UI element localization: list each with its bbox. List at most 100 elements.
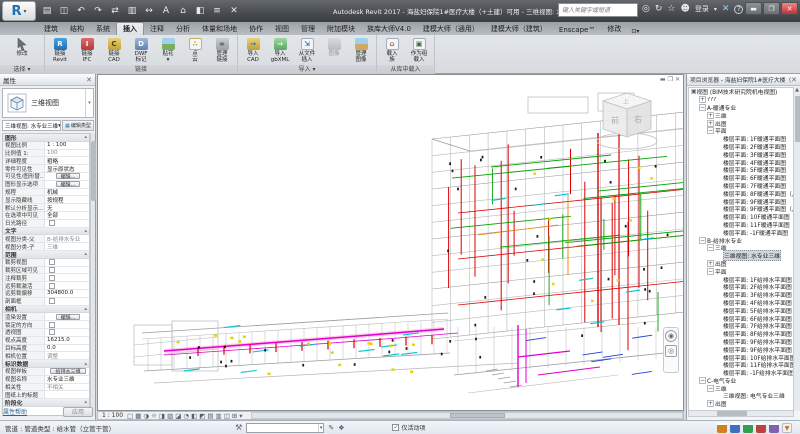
property-value[interactable]	[45, 259, 89, 266]
type-selector[interactable]: 三维视图 ▾	[2, 88, 94, 118]
drawing-area[interactable]: 前 右 上 ▬ ❐ ✕ ◉ ◎	[97, 74, 684, 411]
active-only-checkbox[interactable]: ✓ 仅活动项	[392, 423, 425, 432]
view-scale-button[interactable]: 1 : 100	[98, 412, 127, 419]
点云-button[interactable]: ∴点云	[182, 36, 208, 65]
expand-plus-icon[interactable]: +	[707, 260, 714, 267]
view-selector-combo[interactable]: 三维视图: 水专业三维▾	[2, 120, 61, 131]
close-icon[interactable]: ✕	[86, 76, 92, 84]
tree-item[interactable]: 三维视图: 水专业三维	[689, 252, 793, 260]
visual-style-icon[interactable]: ▦	[135, 412, 141, 420]
panel-label-1[interactable]: 链接	[45, 65, 237, 74]
chevron-down-icon[interactable]: ▾	[714, 6, 717, 13]
property-edit-button[interactable]: 给排水三维	[50, 368, 85, 374]
tab-修改[interactable]: 修改	[601, 23, 627, 35]
close-hidden-icon[interactable]: ✕	[227, 4, 241, 18]
worksharing-display-icon[interactable]: ◩	[199, 412, 205, 420]
链接CAD-button[interactable]: C链接CAD	[101, 36, 127, 65]
property-value[interactable]	[45, 267, 89, 274]
print-icon[interactable]: ▥	[125, 4, 139, 18]
property-checkbox[interactable]	[49, 322, 55, 328]
close-button[interactable]: ✕	[781, 2, 798, 15]
crop-view-icon[interactable]: ▧	[167, 412, 173, 420]
expand-plus-icon[interactable]: +	[707, 112, 714, 119]
tree-item[interactable]: 三维视图: 电气专业三维	[689, 392, 793, 400]
tree-item[interactable]: −A-暖通专业	[689, 104, 793, 112]
filter-toggle[interactable]: ▼	[782, 423, 792, 433]
tab-注释[interactable]: 注释	[144, 23, 170, 35]
property-value[interactable]	[45, 391, 89, 398]
chevron-down-icon[interactable]: ▾	[85, 89, 93, 117]
property-value[interactable]: 0.0	[45, 345, 89, 352]
section-icon[interactable]: ◧	[193, 4, 207, 18]
tab-族库大师V4.0[interactable]: 族库大师V4.0	[361, 23, 417, 35]
tab-结构[interactable]: 结构	[64, 23, 90, 35]
tab-分析[interactable]: 分析	[170, 23, 196, 35]
infocenter-search[interactable]	[558, 3, 638, 17]
expand-minus-icon[interactable]: −	[707, 385, 714, 392]
property-value[interactable]	[45, 298, 89, 305]
property-value[interactable]: 无	[45, 204, 89, 211]
property-edit-button[interactable]: 编辑...	[56, 181, 81, 187]
DWF标记-button[interactable]: DDWF标记	[128, 36, 154, 65]
detail-level-icon[interactable]: □	[127, 412, 133, 420]
property-value[interactable]: 给排水三维	[45, 368, 89, 375]
expand-minus-icon[interactable]: −	[699, 377, 706, 384]
expand-minus-icon[interactable]: −	[699, 104, 706, 111]
thin-lines-icon[interactable]: ≡	[210, 4, 224, 18]
property-value[interactable]: 编辑...	[45, 173, 89, 180]
property-group-相机[interactable]: 相机▴	[3, 306, 89, 314]
property-checkbox[interactable]	[49, 267, 55, 273]
browser-horizontal-scrollbar[interactable]	[688, 410, 794, 417]
property-value[interactable]: 1 : 100	[45, 142, 89, 149]
tree-item[interactable]: +出图	[689, 400, 793, 408]
property-value[interactable]	[45, 220, 89, 227]
tab-协作[interactable]: 协作	[243, 23, 269, 35]
tree-item[interactable]: 楼层平面: -1F给排水平面图	[689, 369, 793, 377]
property-value[interactable]: 水专业三维	[45, 376, 89, 383]
tab-建模大师（建筑）[interactable]: 建模大师（建筑）	[485, 23, 553, 35]
exchange-apps-icon[interactable]: ✕	[722, 4, 730, 14]
tab-系统[interactable]: 系统	[90, 23, 116, 35]
tree-item[interactable]: +出图	[689, 119, 793, 127]
restore-button[interactable]: ❐	[763, 2, 780, 15]
workset-combo[interactable]: ▾	[246, 423, 324, 433]
sun-path-icon[interactable]: ◑	[143, 412, 149, 420]
redo-icon[interactable]: ↷	[91, 4, 105, 18]
more-icon[interactable]: ▾	[239, 412, 242, 420]
expand-minus-icon[interactable]: −	[707, 268, 714, 275]
measure-icon[interactable]: ↔	[142, 4, 156, 18]
constraints-icon[interactable]: ◫	[224, 412, 230, 420]
property-checkbox[interactable]	[49, 220, 55, 226]
tab-插入[interactable]: 插入	[116, 22, 144, 35]
select-pinned-toggle[interactable]	[743, 423, 753, 433]
tab-建模大师（通用）[interactable]: 建模大师（通用）	[417, 23, 485, 35]
property-value[interactable]: 全部	[45, 212, 89, 219]
tree-item[interactable]: −B-给排水专业	[689, 236, 793, 244]
property-value[interactable]	[45, 321, 89, 328]
properties-scrollbar[interactable]	[90, 133, 95, 416]
view-minimize-icon[interactable]: ▬	[660, 76, 666, 83]
view-restore-icon[interactable]: ❐	[668, 76, 673, 83]
select-by-face-toggle[interactable]	[756, 423, 766, 433]
链接Revit-button[interactable]: R链接Revit	[47, 36, 73, 65]
design-options-icon[interactable]: ❖	[338, 424, 344, 432]
help-icon[interactable]: ?	[734, 5, 743, 14]
tab-体量和场地[interactable]: 体量和场地	[196, 23, 243, 35]
tree-item[interactable]: +三维	[689, 111, 793, 119]
property-checkbox[interactable]	[49, 298, 55, 304]
expand-minus-icon[interactable]: −	[699, 237, 706, 244]
temporary-hide-icon[interactable]: ◔	[183, 412, 189, 420]
property-value[interactable]: 机械	[45, 189, 89, 196]
property-value[interactable]: 100	[45, 150, 89, 157]
sign-in-label[interactable]: 登录	[695, 4, 709, 14]
properties-help-link[interactable]: 属性帮助	[3, 407, 27, 416]
text-icon[interactable]: A	[159, 4, 173, 18]
expand-plus-icon[interactable]: +	[707, 120, 714, 127]
property-value[interactable]: 三维	[45, 243, 89, 250]
贴花▾-button[interactable]: 贴花▾	[155, 36, 181, 65]
tab-Enscape™[interactable]: Enscape™	[553, 25, 601, 35]
链接IFC-button[interactable]: I链接IFC	[74, 36, 100, 65]
property-edit-button[interactable]: 编辑...	[56, 314, 81, 320]
crop-visible-icon[interactable]: ◪	[175, 412, 181, 420]
property-edit-button[interactable]: 编辑...	[56, 173, 81, 179]
